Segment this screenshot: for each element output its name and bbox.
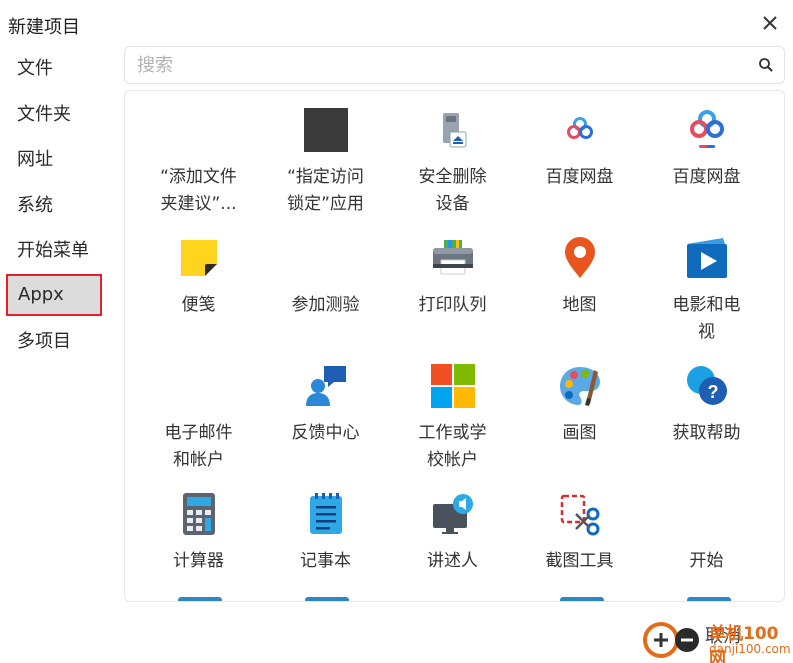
app-item[interactable]: 计算器 bbox=[135, 491, 262, 601]
app-name: 开始 bbox=[689, 551, 724, 571]
app-item[interactable]: “添加文件 夹建议”... bbox=[135, 107, 262, 235]
dialog-title: 新建项目 bbox=[8, 17, 80, 38]
svg-text:?: ? bbox=[707, 382, 718, 402]
app-grid-panel: “添加文件 夹建议”... “指定访问 锁定”应用 安全删除 设备 百度网盘 百… bbox=[124, 90, 785, 602]
map-pin-icon bbox=[557, 235, 603, 281]
notepad-icon bbox=[303, 491, 349, 537]
watermark-text: 单机100网 bbox=[709, 624, 779, 663]
usb-eject-icon bbox=[430, 107, 476, 153]
watermark-logo-icon bbox=[643, 622, 699, 658]
app-item[interactable]: “指定访问 锁定”应用 bbox=[262, 107, 389, 235]
app-item[interactable]: 记事本 bbox=[262, 491, 389, 601]
sidebar-item-start-menu[interactable]: 开始菜单 bbox=[6, 228, 102, 270]
app-grid: “添加文件 夹建议”... “指定访问 锁定”应用 安全删除 设备 百度网盘 百… bbox=[135, 107, 770, 601]
app-name: 百度网盘 bbox=[545, 167, 614, 187]
app-item[interactable]: 百度网盘 bbox=[516, 107, 643, 235]
dark-square-icon bbox=[303, 107, 349, 153]
search-box bbox=[124, 46, 785, 84]
app-name: 电影和电 视 bbox=[672, 295, 741, 342]
blank-icon bbox=[684, 491, 730, 537]
app-name: 电子邮件 和帐户 bbox=[164, 423, 233, 470]
sidebar-item-label: 系统 bbox=[17, 194, 53, 216]
app-name: 截图工具 bbox=[545, 551, 614, 571]
app-name: 百度网盘 bbox=[672, 167, 741, 187]
app-item[interactable]: 参加测验 bbox=[262, 235, 389, 363]
baidu-cloud-icon bbox=[557, 107, 603, 153]
narrator-icon bbox=[430, 491, 476, 537]
app-item[interactable]: 电子邮件 和帐户 bbox=[135, 363, 262, 491]
snipping-tool-icon bbox=[557, 491, 603, 537]
app-item[interactable]: 地图 bbox=[516, 235, 643, 363]
sidebar-item-label: 网址 bbox=[17, 149, 53, 170]
sidebar-item-label: 文件夹 bbox=[17, 103, 71, 125]
close-icon bbox=[763, 16, 777, 30]
watermark: 取消 单机100网 danji100.com bbox=[643, 616, 793, 663]
app-name: 记事本 bbox=[300, 551, 351, 571]
blank-icon bbox=[176, 363, 222, 409]
app-item[interactable]: 反馈中心 bbox=[262, 363, 389, 491]
next-row-app-icon bbox=[305, 597, 349, 601]
sidebar-item-label: 多项目 bbox=[17, 331, 71, 352]
app-item[interactable]: 打印队列 bbox=[389, 235, 516, 363]
baidu-cloud-icon bbox=[684, 107, 730, 153]
sidebar-item-appx[interactable]: Appx bbox=[6, 273, 102, 316]
sidebar: 文件 文件夹 网址 系统 开始菜单 Appx 多项目 bbox=[6, 46, 102, 365]
app-name: 画图 bbox=[562, 423, 597, 443]
app-name: 参加测验 bbox=[291, 295, 360, 315]
app-name: “指定访问 锁定”应用 bbox=[287, 167, 364, 214]
next-row-app-icon bbox=[560, 597, 604, 601]
app-name: 反馈中心 bbox=[291, 423, 360, 443]
app-name: 安全删除 设备 bbox=[418, 167, 487, 214]
app-item[interactable]: 讲述人 bbox=[389, 491, 516, 601]
microsoft-logo-icon bbox=[430, 363, 476, 409]
blank-icon bbox=[303, 235, 349, 281]
sidebar-item-label: 开始菜单 bbox=[17, 240, 89, 261]
feedback-icon bbox=[303, 363, 349, 409]
next-row-app-icon bbox=[178, 597, 222, 601]
app-name: 讲述人 bbox=[427, 551, 478, 571]
calculator-icon bbox=[176, 491, 222, 537]
app-item[interactable]: 电影和电 视 bbox=[643, 235, 770, 363]
sidebar-item-label: 文件 bbox=[17, 58, 53, 79]
app-name: “添加文件 夹建议”... bbox=[160, 167, 237, 214]
printer-icon bbox=[430, 235, 476, 281]
app-item[interactable]: ? 获取帮助 bbox=[643, 363, 770, 491]
next-row-app-icon bbox=[687, 597, 731, 601]
app-item[interactable]: 画图 bbox=[516, 363, 643, 491]
search-input[interactable] bbox=[125, 47, 748, 83]
sidebar-item-multi[interactable]: 多项目 bbox=[6, 319, 102, 361]
app-item[interactable]: 安全删除 设备 bbox=[389, 107, 516, 235]
sticky-note-icon bbox=[176, 235, 222, 281]
sidebar-item-system[interactable]: 系统 bbox=[6, 183, 102, 225]
app-item[interactable]: 截图工具 bbox=[516, 491, 643, 601]
close-button[interactable] bbox=[759, 12, 781, 34]
app-name: 地图 bbox=[562, 295, 597, 315]
sidebar-item-url[interactable]: 网址 bbox=[6, 137, 102, 179]
app-name: 计算器 bbox=[173, 551, 224, 571]
movies-tv-icon bbox=[684, 235, 730, 281]
sidebar-item-label: Appx bbox=[18, 284, 64, 305]
sidebar-item-file[interactable]: 文件 bbox=[6, 46, 102, 88]
app-item[interactable]: 工作或学 校帐户 bbox=[389, 363, 516, 491]
sidebar-item-folder[interactable]: 文件夹 bbox=[6, 92, 102, 134]
app-item[interactable]: 便笺 bbox=[135, 235, 262, 363]
app-name: 获取帮助 bbox=[672, 423, 741, 443]
app-item[interactable]: 开始 bbox=[643, 491, 770, 601]
watermark-url: danji100.com bbox=[709, 642, 791, 656]
get-help-icon: ? bbox=[684, 363, 730, 409]
app-name: 打印队列 bbox=[418, 295, 487, 315]
app-item[interactable]: 百度网盘 bbox=[643, 107, 770, 235]
app-name: 便笺 bbox=[181, 295, 216, 315]
app-name: 工作或学 校帐户 bbox=[418, 423, 487, 470]
search-icon[interactable] bbox=[748, 47, 784, 83]
blank-icon bbox=[176, 107, 222, 153]
paint-icon bbox=[557, 363, 603, 409]
